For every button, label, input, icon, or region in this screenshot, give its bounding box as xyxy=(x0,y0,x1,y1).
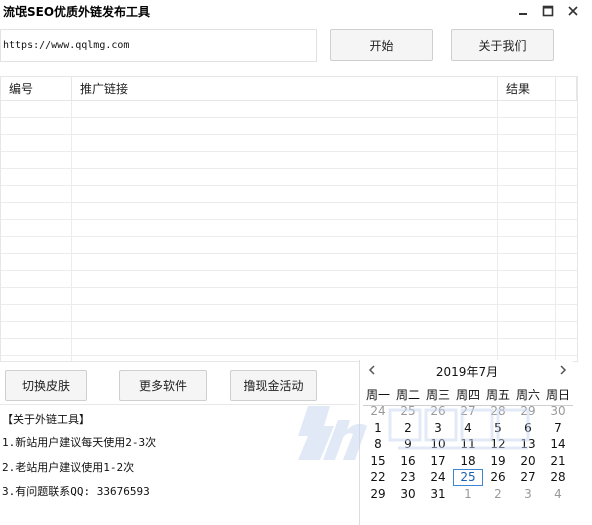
about-panel: 【关于外链工具】 1.新站用户建议每天使用2-3次 2.老站用户建议使用1-2次… xyxy=(0,404,357,525)
about-line-2: 2.老站用户建议使用1-2次 xyxy=(2,461,135,474)
calendar-day[interactable]: 6 xyxy=(513,420,543,437)
calendar-day[interactable]: 23 xyxy=(393,469,423,486)
calendar-week-row: 29 30 31 1 2 3 4 xyxy=(363,486,573,503)
weekday-label: 周一 xyxy=(365,388,390,402)
calendar-day[interactable]: 3 xyxy=(513,486,543,503)
calendar-day[interactable]: 21 xyxy=(543,453,573,470)
calendar[interactable]: 2019年7月 周一 周二 周三 周四 周五 周六 周日 24 25 26 27 28 2… xyxy=(359,360,573,525)
calendar-day[interactable]: 1 xyxy=(363,420,393,437)
cash-activity-button[interactable]: 撸现金活动 xyxy=(230,370,317,401)
column-header-promo-link[interactable]: 推广链接 xyxy=(72,77,498,101)
calendar-day[interactable]: 1 xyxy=(453,486,483,503)
calendar-week-row: 22 23 24 25 26 27 28 xyxy=(363,469,573,486)
calendar-day[interactable]: 27 xyxy=(513,469,543,486)
calendar-day[interactable]: 14 xyxy=(543,436,573,453)
calendar-prev-button[interactable] xyxy=(365,363,379,377)
calendar-day[interactable]: 13 xyxy=(513,436,543,453)
chevron-left-icon xyxy=(368,365,375,375)
calendar-week-row: 15 16 17 18 19 20 21 xyxy=(363,453,573,470)
calendar-day-today[interactable]: 25 xyxy=(453,469,483,486)
calendar-day[interactable]: 2 xyxy=(393,420,423,437)
calendar-header: 2019年7月 xyxy=(360,360,574,382)
about-line-1: 1.新站用户建议每天使用2-3次 xyxy=(2,436,157,449)
calendar-day[interactable]: 2 xyxy=(483,486,513,503)
calendar-day[interactable]: 17 xyxy=(423,453,453,470)
calendar-day[interactable]: 8 xyxy=(363,436,393,453)
weekday-label: 周四 xyxy=(455,388,480,402)
close-button[interactable] xyxy=(562,0,584,22)
table-row[interactable] xyxy=(1,186,577,203)
weekday-label: 周二 xyxy=(395,388,420,402)
weekday-label: 周六 xyxy=(515,388,540,402)
title-bar: 流氓SEO优质外链发布工具 xyxy=(0,0,592,24)
table-row[interactable] xyxy=(1,203,577,220)
about-line-3: 3.有问题联系QQ: 33676593 xyxy=(2,485,150,498)
calendar-grid: 周一 周二 周三 周四 周五 周六 周日 24 25 26 27 28 29 30 1 2 3 4 5… xyxy=(363,386,573,502)
table-row[interactable] xyxy=(1,118,577,135)
calendar-day[interactable]: 29 xyxy=(363,486,393,503)
calendar-day[interactable]: 22 xyxy=(363,469,393,486)
calendar-day[interactable]: 4 xyxy=(453,420,483,437)
table-row[interactable] xyxy=(1,152,577,169)
calendar-day[interactable]: 12 xyxy=(483,436,513,453)
calendar-day[interactable]: 26 xyxy=(483,469,513,486)
column-header-filler xyxy=(556,77,577,101)
calendar-day[interactable]: 15 xyxy=(363,453,393,470)
calendar-day[interactable]: 11 xyxy=(453,436,483,453)
weekday-label: 周五 xyxy=(485,388,510,402)
calendar-day[interactable]: 18 xyxy=(453,453,483,470)
table-row[interactable] xyxy=(1,169,577,186)
calendar-day[interactable]: 16 xyxy=(393,453,423,470)
table-row[interactable] xyxy=(1,254,577,271)
table-body xyxy=(1,101,577,361)
about-us-button[interactable]: 关于我们 xyxy=(451,29,554,61)
column-header-number[interactable]: 编号 xyxy=(1,77,72,101)
calendar-next-button[interactable] xyxy=(556,363,570,377)
calendar-day[interactable]: 31 xyxy=(423,486,453,503)
table-header: 编号 推广链接 结果 xyxy=(1,77,577,101)
calendar-week-row: 8 9 10 11 12 13 14 xyxy=(363,436,573,453)
minimize-icon xyxy=(519,13,527,15)
calendar-divider xyxy=(363,405,573,406)
maximize-icon xyxy=(542,5,554,17)
table-row[interactable] xyxy=(1,322,577,339)
chevron-right-icon xyxy=(560,365,567,375)
table-row[interactable] xyxy=(1,135,577,152)
calendar-day[interactable]: 3 xyxy=(423,420,453,437)
calendar-day[interactable]: 28 xyxy=(543,469,573,486)
table-row[interactable] xyxy=(1,237,577,254)
calendar-day[interactable]: 20 xyxy=(513,453,543,470)
window-title: 流氓SEO优质外链发布工具 xyxy=(3,5,151,19)
calendar-week-row: 1234567 xyxy=(363,420,573,437)
calendar-day[interactable]: 30 xyxy=(393,486,423,503)
close-icon xyxy=(568,6,578,16)
switch-skin-button[interactable]: 切换皮肤 xyxy=(5,370,87,401)
calendar-day[interactable]: 10 xyxy=(423,436,453,453)
calendar-day[interactable]: 9 xyxy=(393,436,423,453)
weekday-label: 周日 xyxy=(545,388,570,402)
calendar-day[interactable]: 19 xyxy=(483,453,513,470)
about-heading: 【关于外链工具】 xyxy=(2,413,90,426)
start-button[interactable]: 开始 xyxy=(330,29,433,61)
weekday-label: 周三 xyxy=(425,388,450,402)
maximize-button[interactable] xyxy=(537,0,559,22)
table-row[interactable] xyxy=(1,288,577,305)
calendar-weekday-row: 周一 周二 周三 周四 周五 周六 周日 xyxy=(363,386,573,403)
table-row[interactable] xyxy=(1,271,577,288)
table-row[interactable] xyxy=(1,339,577,356)
more-software-button[interactable]: 更多软件 xyxy=(119,370,207,401)
calendar-day[interactable]: 4 xyxy=(543,486,573,503)
calendar-month-title: 2019年7月 xyxy=(435,365,499,379)
url-input[interactable] xyxy=(0,29,317,62)
calendar-day[interactable]: 7 xyxy=(543,420,573,437)
table-row[interactable] xyxy=(1,220,577,237)
results-table[interactable]: 编号 推广链接 结果 xyxy=(0,76,578,362)
table-row[interactable] xyxy=(1,305,577,322)
minimize-button[interactable] xyxy=(512,0,534,22)
calendar-day[interactable]: 24 xyxy=(423,469,453,486)
table-row[interactable] xyxy=(1,101,577,118)
calendar-day[interactable]: 5 xyxy=(483,420,513,437)
column-header-result[interactable]: 结果 xyxy=(498,77,556,101)
